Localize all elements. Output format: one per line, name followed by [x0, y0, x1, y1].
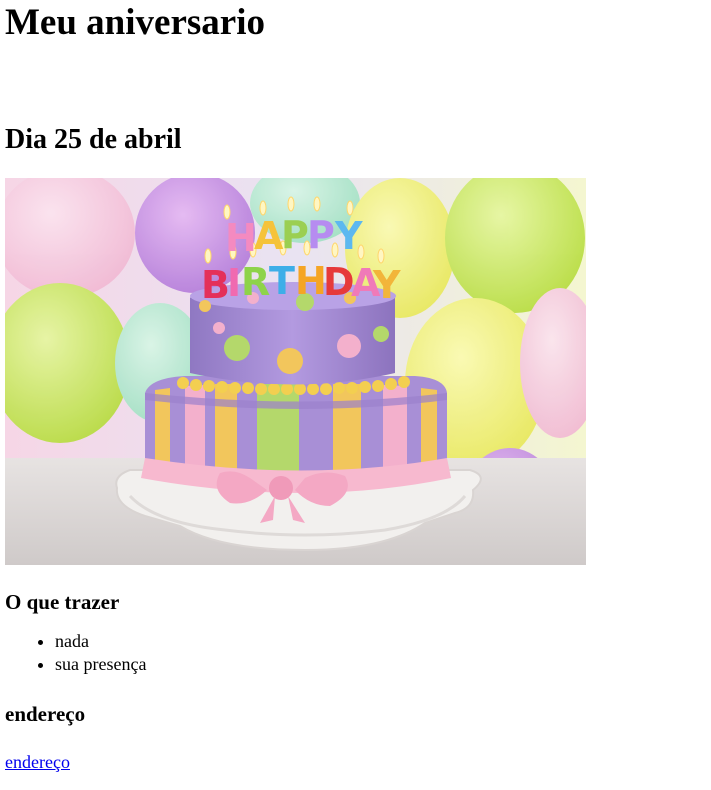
page: Meu aniversario Dia 25 de abril H A P P … — [0, 0, 711, 774]
list-item: sua presença — [55, 653, 706, 676]
address-heading: endereço — [5, 702, 86, 726]
svg-text:A: A — [254, 214, 284, 258]
svg-text:Y: Y — [372, 263, 401, 307]
address-link[interactable]: endereço — [5, 751, 70, 774]
svg-text:R: R — [241, 260, 270, 304]
svg-text:P: P — [281, 213, 309, 257]
what-to-bring-heading: O que trazer — [5, 590, 120, 614]
svg-text:H: H — [225, 216, 257, 260]
svg-text:T: T — [269, 259, 295, 303]
svg-text:D: D — [323, 260, 355, 304]
page-title: Meu aniversario — [5, 2, 265, 43]
svg-text:Y: Y — [334, 214, 363, 258]
list-item: nada — [55, 630, 706, 653]
svg-text:I: I — [227, 261, 241, 305]
date-heading: Dia 25 de abril — [5, 124, 182, 155]
bring-list: nada sua presença — [5, 630, 706, 676]
birthday-cake-image: H A P P Y B I R T H D A Y — [5, 178, 586, 565]
svg-text:B: B — [201, 263, 230, 307]
svg-text:P: P — [307, 213, 335, 257]
